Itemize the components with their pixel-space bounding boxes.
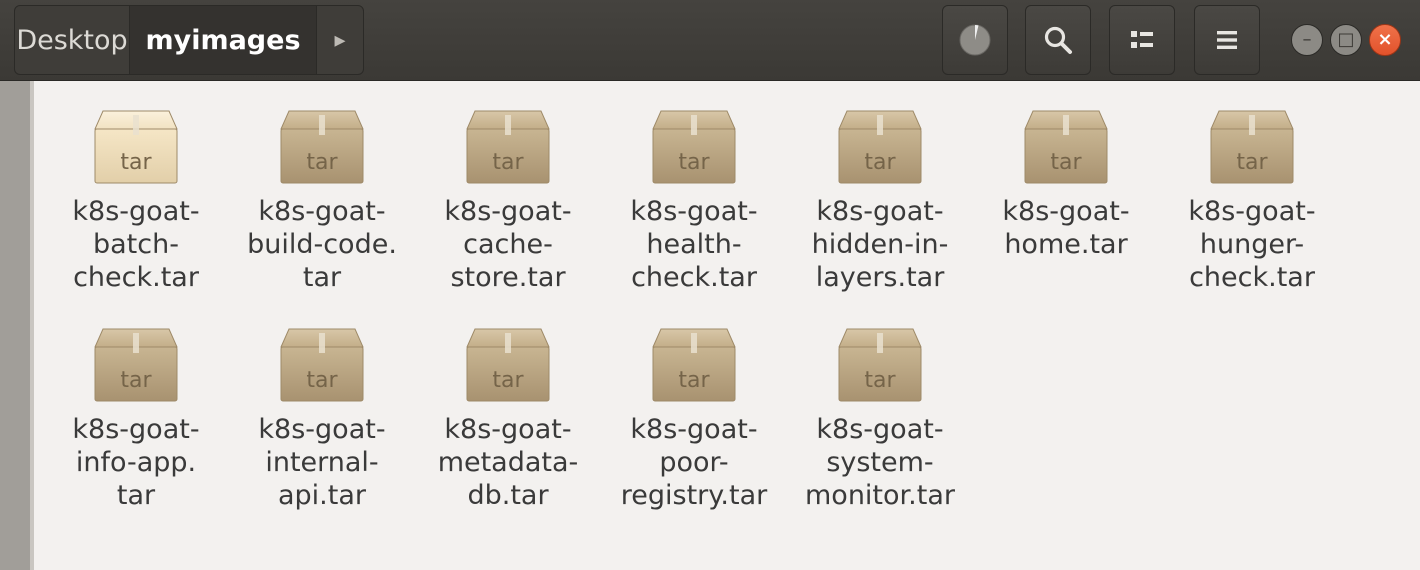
maximize-icon: □ [1337,29,1355,50]
tar-badge: tar [120,150,152,175]
tar-badge: tar [492,150,524,175]
search-icon [1044,26,1072,54]
file-item[interactable]: tar k8s-goat- metadata- db.tar [415,299,601,512]
file-item[interactable]: tar k8s-goat- build-code. tar [229,81,415,294]
view-toggle-button[interactable] [1109,5,1175,75]
menu-icon [1217,31,1237,49]
breadcrumb-desktop[interactable]: Desktop [15,6,130,74]
file-item[interactable]: tar k8s-goat- internal- api.tar [229,299,415,512]
chevron-right-icon: ▸ [334,27,346,53]
file-item[interactable]: tar k8s-goat- health- check.tar [601,81,787,294]
file-item[interactable]: tar k8s-goat- info-app. tar [43,299,229,512]
file-name: k8s-goat- build-code. tar [247,196,397,293]
minimize-icon: – [1302,29,1312,50]
tar-archive-icon: tar [280,110,364,184]
breadcrumb-myimages[interactable]: myimages [130,6,317,74]
file-manager-window: Desktop myimages ▸ – □ × tar k8s-goat- b… [0,0,1420,570]
tar-badge: tar [1236,150,1268,175]
tar-badge: tar [678,150,710,175]
file-item[interactable]: tar k8s-goat- poor- registry.tar [601,299,787,512]
disk-usage-icon [959,24,991,56]
tar-badge: tar [678,368,710,393]
tar-archive-icon: tar [94,328,178,402]
file-name: k8s-goat- internal- api.tar [258,414,386,511]
file-item[interactable]: tar k8s-goat- hunger- check.tar [1159,81,1345,294]
tar-archive-icon: tar [652,328,736,402]
tar-badge: tar [864,368,896,393]
file-name: k8s-goat- home.tar [1002,196,1130,260]
file-name: k8s-goat- health- check.tar [630,196,758,293]
search-button[interactable] [1025,5,1091,75]
file-name: k8s-goat- batch- check.tar [72,196,200,293]
tar-archive-icon: tar [652,110,736,184]
tar-archive-icon: tar [1210,110,1294,184]
file-name: k8s-goat- system- monitor.tar [805,414,955,511]
file-item[interactable]: tar k8s-goat- batch- check.tar [43,81,229,294]
file-name: k8s-goat- hidden-in- layers.tar [811,196,949,293]
file-item[interactable]: tar k8s-goat- system- monitor.tar [787,299,973,512]
menu-button[interactable] [1194,5,1260,75]
close-icon: × [1377,29,1393,50]
tar-archive-icon: tar [1024,110,1108,184]
file-name: k8s-goat- hunger- check.tar [1188,196,1316,293]
tar-badge: tar [864,150,896,175]
tar-badge: tar [1050,150,1082,175]
close-button[interactable]: × [1369,24,1401,56]
breadcrumb-next-button[interactable]: ▸ [317,6,363,74]
file-item[interactable]: tar k8s-goat- hidden-in- layers.tar [787,81,973,294]
file-grid: tar k8s-goat- batch- check.tar tar k8s-g… [34,81,1420,570]
breadcrumb: Desktop myimages ▸ [14,5,364,75]
tar-archive-icon: tar [466,110,550,184]
tar-archive-icon: tar [466,328,550,402]
file-name: k8s-goat- metadata- db.tar [437,414,579,511]
breadcrumb-label: Desktop [16,24,128,56]
file-item[interactable]: tar k8s-goat- cache- store.tar [415,81,601,294]
tar-badge: tar [306,150,338,175]
tar-badge: tar [306,368,338,393]
tar-badge: tar [120,368,152,393]
breadcrumb-label: myimages [145,24,301,56]
minimize-button[interactable]: – [1291,24,1323,56]
file-name: k8s-goat- cache- store.tar [444,196,572,293]
file-name: k8s-goat- info-app. tar [72,414,200,511]
tar-archive-icon: tar [94,110,178,184]
tar-badge: tar [492,368,524,393]
maximize-button[interactable]: □ [1330,24,1362,56]
tar-archive-icon: tar [838,110,922,184]
view-list-icon [1131,31,1153,48]
sidebar-edge [0,81,34,570]
header-bar: Desktop myimages ▸ – □ × [0,0,1420,81]
tar-archive-icon: tar [838,328,922,402]
file-name: k8s-goat- poor- registry.tar [620,414,768,511]
tar-archive-icon: tar [280,328,364,402]
file-item[interactable]: tar k8s-goat- home.tar [973,81,1159,261]
disk-usage-button[interactable] [942,5,1008,75]
